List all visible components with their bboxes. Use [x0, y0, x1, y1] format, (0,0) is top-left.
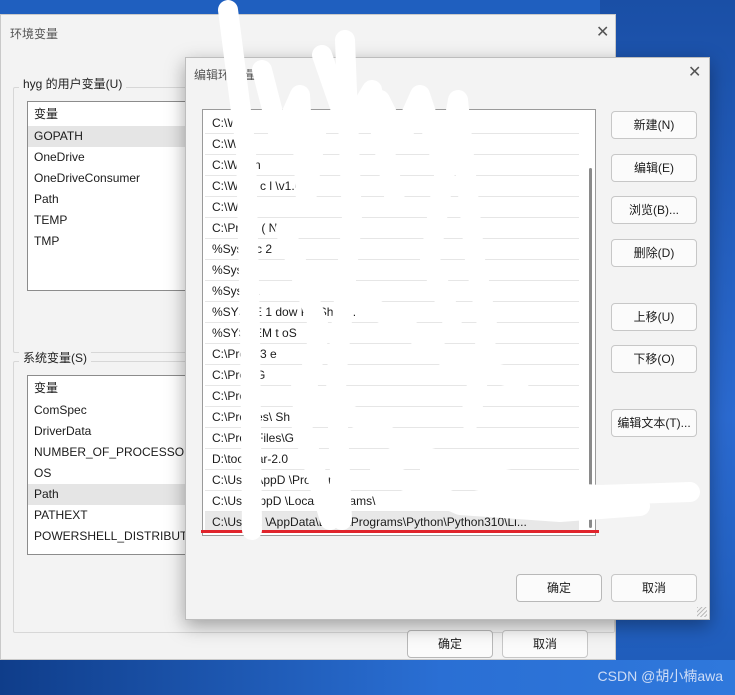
path-entry[interactable]: C:\W: [205, 134, 579, 155]
path-entry[interactable]: C:\Use \AppD \Programs\: [205, 470, 579, 491]
list-item[interactable]: TEMP: [28, 210, 206, 231]
path-entry[interactable]: D:\too 2jar-2.0: [205, 449, 579, 470]
list-item[interactable]: DriverData: [28, 421, 206, 442]
edit-environment-variable-dialog: 编辑环 变量 ✕ C:\W C:\W C:\Wi s n C:\Wir S c …: [185, 57, 710, 620]
path-entry[interactable]: C:\W: [205, 113, 579, 134]
path-entry[interactable]: %SYSTEM t oS: [205, 323, 579, 344]
resize-grip[interactable]: [697, 607, 707, 617]
edit-text-button[interactable]: 编辑文本(T)...: [611, 409, 697, 437]
ok-button[interactable]: 确定: [407, 630, 493, 658]
scrollbar-thumb[interactable]: [589, 168, 592, 528]
list-item[interactable]: GOPATH: [28, 126, 206, 147]
path-entry[interactable]: C:\Use AppD \Local\Programs\: [205, 491, 579, 512]
dialog-title: 编辑环 变量: [194, 68, 258, 82]
list-item[interactable]: NUMBER_OF_PROCESSOR: [28, 442, 206, 463]
path-entry[interactable]: C:\Pro N ( N DI: [205, 218, 579, 239]
edit-button[interactable]: 编辑(E): [611, 154, 697, 182]
close-icon[interactable]: ✕: [596, 25, 609, 41]
path-entry[interactable]: %Syste: [205, 260, 579, 281]
path-entry[interactable]: C:\Prog G: [205, 365, 579, 386]
system-vars-label: 系统变量(S): [19, 349, 91, 366]
path-entry[interactable]: %Syste c 2: [205, 239, 579, 260]
watermark: CSDN @胡小楠awa: [597, 668, 723, 684]
move-down-button[interactable]: 下移(O): [611, 345, 697, 373]
path-entry[interactable]: %Syste \: [205, 281, 579, 302]
path-entry[interactable]: C:\Progr 3 e: [205, 344, 579, 365]
list-item[interactable]: Path: [28, 189, 206, 210]
path-entries-list[interactable]: C:\W C:\W C:\Wi s n C:\Wir S c l \v1.0 C…: [202, 109, 596, 536]
path-entry[interactable]: C:\Prog Files\G: [205, 428, 579, 449]
cancel-button[interactable]: 取消: [502, 630, 588, 658]
ok-button[interactable]: 确定: [516, 574, 602, 602]
list-item[interactable]: OneDriveConsumer: [28, 168, 206, 189]
list-item[interactable]: PATHEXT: [28, 505, 206, 526]
browse-button[interactable]: 浏览(B)...: [611, 196, 697, 224]
list-item[interactable]: TMP: [28, 231, 206, 252]
system-vars-list[interactable]: 变量 ComSpec DriverData NUMBER_OF_PROCESSO…: [27, 375, 207, 555]
delete-button[interactable]: 删除(D): [611, 239, 697, 267]
move-up-button[interactable]: 上移(U): [611, 303, 697, 331]
list-item[interactable]: OS: [28, 463, 206, 484]
path-entry[interactable]: C:\Wir S c l \v1.0: [205, 176, 579, 197]
highlight-underline: [201, 530, 599, 533]
path-entry[interactable]: C:\Prog es\ Sh \: [205, 407, 579, 428]
path-entry[interactable]: C:\Wi s n: [205, 155, 579, 176]
close-icon[interactable]: ✕: [688, 65, 701, 81]
list-item[interactable]: ComSpec: [28, 400, 206, 421]
path-entry[interactable]: %SYSTE 1 dow Po Shel 1.: [205, 302, 579, 323]
user-vars-label: hyg 的用户变量(U): [19, 75, 127, 92]
window-title: 环境变量: [10, 27, 59, 41]
list-item[interactable]: Path: [28, 484, 206, 505]
path-entry[interactable]: C:\Prog: [205, 386, 579, 407]
path-entry[interactable]: C:\Wi e: [205, 197, 579, 218]
user-vars-list[interactable]: 变量 GOPATH OneDrive OneDriveConsumer Path…: [27, 101, 207, 291]
column-header-variable[interactable]: 变量: [28, 376, 206, 400]
list-item[interactable]: OneDrive: [28, 147, 206, 168]
column-header-variable[interactable]: 变量: [28, 102, 206, 126]
cancel-button[interactable]: 取消: [611, 574, 697, 602]
new-button[interactable]: 新建(N): [611, 111, 697, 139]
list-item[interactable]: POWERSHELL_DISTRIBUTI: [28, 526, 206, 547]
